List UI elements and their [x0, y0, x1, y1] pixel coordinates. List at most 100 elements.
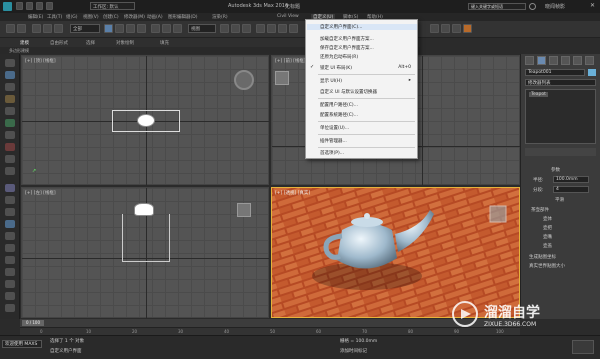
viewcube-icon[interactable]	[275, 71, 289, 85]
tab-populate[interactable]: 填充	[160, 40, 169, 46]
viewcube-icon[interactable]	[234, 70, 254, 90]
hierarchy-tab-icon[interactable]	[549, 56, 558, 65]
tool-icon[interactable]	[5, 184, 15, 192]
tool-icon[interactable]	[5, 119, 15, 127]
real-world-map-checkbox[interactable]: 真实世界贴图大小	[529, 263, 565, 269]
spinner-snap-icon[interactable]	[289, 24, 298, 33]
undo-icon[interactable]	[46, 2, 53, 10]
user-name[interactable]: 晓闻帧影	[545, 3, 565, 10]
menu-item-save-scheme[interactable]: 保存自定义用户界面方案...	[320, 45, 374, 51]
menu-item-lock-ui[interactable]: 锁定 UI 布局(K)	[320, 65, 352, 71]
stack-item[interactable]: Teapot	[529, 92, 548, 97]
time-slider-handle[interactable]: 0 / 100	[22, 320, 44, 326]
modify-tab-icon[interactable]	[537, 56, 546, 65]
menu-create[interactable]: 创建(C)	[103, 14, 119, 20]
tool-icon[interactable]	[5, 232, 15, 240]
select-by-name-icon[interactable]	[115, 24, 124, 33]
modifier-list-dropdown[interactable]: 修改器列表	[525, 79, 596, 86]
tool-icon[interactable]	[5, 196, 15, 204]
tool-icon[interactable]	[5, 220, 15, 228]
tab-freeform[interactable]: 自由形式	[50, 40, 68, 46]
menu-modifiers[interactable]: 修改器(M)	[124, 14, 145, 20]
menu-rendering[interactable]: 渲染(R)	[212, 14, 228, 20]
menu-edit[interactable]: 编辑(E)	[28, 14, 43, 20]
viewport-label[interactable]: [+] [透视] [真实]	[275, 190, 310, 196]
scale-icon[interactable]	[173, 24, 182, 33]
tab-modeling[interactable]: 建模	[20, 40, 29, 46]
search-input[interactable]: 键入关键字或短语	[468, 3, 526, 10]
pivot-center-icon[interactable]	[220, 24, 229, 33]
radius-field[interactable]: 100.0mm	[553, 176, 589, 183]
viewport-left[interactable]: [+] [左] [线框]	[21, 187, 270, 319]
tool-icon[interactable]	[5, 256, 15, 264]
move-icon[interactable]	[151, 24, 160, 33]
maxscript-listener[interactable]: 欢迎使用 MAXS	[2, 340, 42, 348]
viewport-label[interactable]: [+] [左] [线框]	[25, 190, 56, 196]
app-logo-icon[interactable]	[3, 2, 12, 11]
angle-snap-icon[interactable]	[267, 24, 276, 33]
viewport-label[interactable]: [+] [前] [线框]	[275, 58, 306, 64]
search-icon[interactable]	[529, 3, 536, 10]
parameters-rollout[interactable]: 参数	[551, 167, 560, 173]
select-object-icon[interactable]	[104, 24, 113, 33]
snaps-toggle-icon[interactable]	[256, 24, 265, 33]
window-crossing-icon[interactable]	[137, 24, 146, 33]
tool-icon[interactable]	[5, 167, 15, 175]
menu-item-customize-ui[interactable]: 自定义用户界面(C)...	[307, 24, 417, 30]
menu-civil-view[interactable]: Civil View	[277, 14, 299, 19]
material-editor-icon[interactable]	[430, 24, 439, 33]
tab-selection[interactable]: 选择	[86, 40, 95, 46]
percent-snap-icon[interactable]	[278, 24, 287, 33]
segments-field[interactable]: 4	[553, 186, 589, 193]
menu-group[interactable]: 组(G)	[66, 14, 78, 20]
viewcube-icon[interactable]	[489, 205, 507, 223]
open-icon[interactable]	[26, 2, 33, 10]
select-manipulate-icon[interactable]	[231, 24, 240, 33]
create-tab-icon[interactable]	[525, 56, 534, 65]
tool-icon[interactable]	[5, 95, 15, 103]
close-icon[interactable]: ✕	[590, 2, 595, 9]
teapot-top-wire[interactable]	[137, 114, 155, 127]
tool-icon[interactable]	[5, 292, 15, 300]
lid-checkbox[interactable]: 壶盖	[543, 243, 552, 249]
body-checkbox[interactable]: 壶体	[543, 216, 552, 222]
keyboard-shortcut-icon[interactable]	[242, 24, 251, 33]
menu-item-user-paths[interactable]: 配置用户路径(C)...	[320, 102, 358, 108]
tool-icon[interactable]	[5, 143, 15, 151]
redo-icon[interactable]	[17, 24, 26, 33]
modifier-stack[interactable]: Teapot	[525, 89, 596, 144]
viewport-label[interactable]: [+] [顶] [线框]	[25, 58, 56, 64]
menu-animation[interactable]: 动画(A)	[147, 14, 163, 20]
menu-item-ui-switcher[interactable]: 自定义 UI 与默认设置切换器	[320, 89, 377, 95]
rectangular-selection-icon[interactable]	[126, 24, 135, 33]
tool-icon[interactable]	[5, 268, 15, 276]
tab-object-paint[interactable]: 对象绘制	[116, 40, 134, 46]
object-color-swatch[interactable]	[588, 69, 596, 76]
tool-icon[interactable]	[5, 280, 15, 288]
tool-icon[interactable]	[5, 131, 15, 139]
add-time-tag[interactable]: 添加时间标记	[340, 348, 367, 354]
menu-item-load-scheme[interactable]: 加载自定义用户界面方案...	[320, 36, 374, 42]
menu-item-system-paths[interactable]: 配置系统路径(C)...	[320, 112, 358, 118]
tool-icon[interactable]	[5, 83, 15, 91]
menu-item-preferences[interactable]: 首选项(P)...	[320, 150, 344, 156]
tool-icon[interactable]	[5, 107, 15, 115]
menu-graph-editors[interactable]: 图形编辑器(D)	[168, 14, 197, 20]
menu-item-revert-layout[interactable]: 还原为启动布局(R)	[320, 54, 358, 60]
smooth-checkbox[interactable]: 平滑	[555, 197, 564, 203]
tool-icon[interactable]	[5, 208, 15, 216]
utilities-tab-icon[interactable]	[585, 56, 594, 65]
menu-item-show-ui[interactable]: 显示 UI(H)	[320, 78, 342, 84]
generate-mapping-checkbox[interactable]: 生成贴图坐标	[529, 254, 556, 260]
new-icon[interactable]	[16, 2, 23, 10]
save-icon[interactable]	[36, 2, 43, 10]
teapot-body[interactable]	[337, 223, 397, 269]
tool-icon[interactable]	[5, 304, 15, 312]
menu-item-plugin-manager[interactable]: 插件管理器...	[320, 138, 347, 144]
layout-icon[interactable]	[5, 59, 15, 67]
spout-checkbox[interactable]: 壶嘴	[543, 234, 552, 240]
tool-icon[interactable]	[5, 244, 15, 252]
graphite-icon[interactable]	[5, 71, 15, 79]
link-icon[interactable]	[32, 24, 41, 33]
bind-space-warp-icon[interactable]	[54, 24, 63, 33]
